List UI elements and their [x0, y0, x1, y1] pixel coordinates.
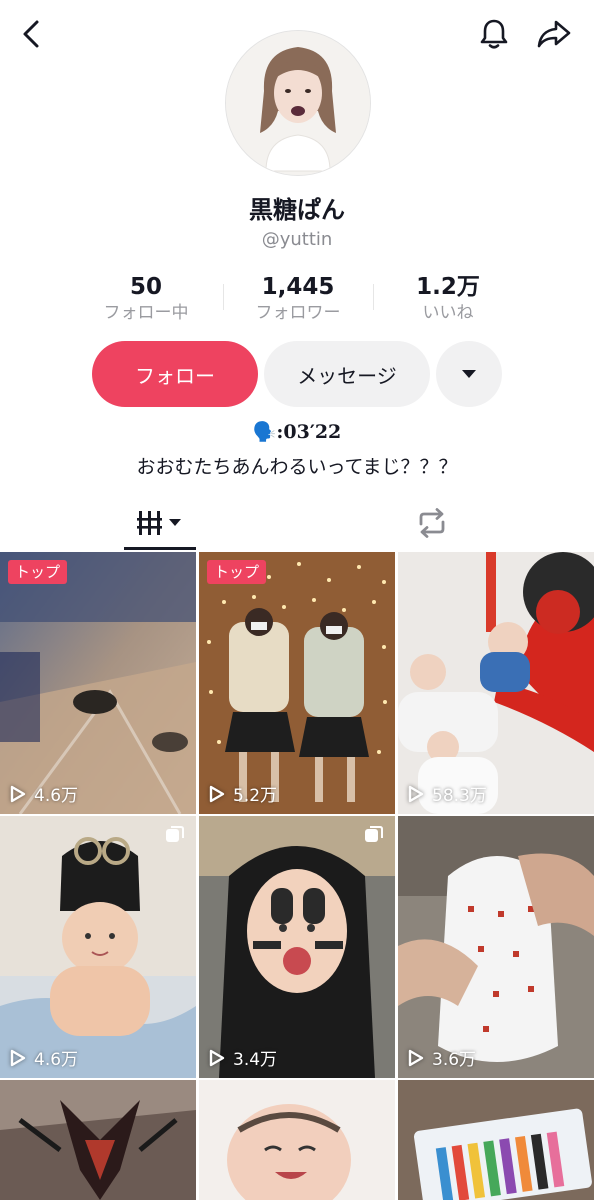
top-badge: トップ	[207, 560, 267, 584]
share-arrow-icon	[537, 20, 571, 48]
profile-name: 黒糖ぱん	[249, 196, 345, 224]
followers-count: 1,445	[261, 274, 335, 300]
notification-bell-button[interactable]	[474, 14, 514, 54]
back-button[interactable]	[12, 14, 52, 54]
view-count-text: 3.6万	[432, 1050, 477, 1070]
view-count: 3.4万	[209, 1045, 277, 1070]
active-tab-indicator	[124, 547, 196, 550]
chevron-left-icon	[23, 20, 39, 48]
play-icon	[10, 785, 26, 802]
bio-line-1: 🗣️:03′22	[252, 421, 342, 443]
video-thumbnail[interactable]	[199, 1080, 395, 1200]
top-badge: トップ	[8, 560, 68, 584]
play-icon	[209, 785, 225, 802]
followers-label: フォロワー	[255, 303, 341, 323]
video-thumbnail[interactable]: 4.6万	[0, 816, 196, 1078]
followers-stat[interactable]: 1,445 フォロワー	[218, 272, 378, 324]
video-thumbnail-image	[398, 552, 594, 814]
tab-reposts[interactable]	[396, 498, 468, 548]
video-grid: トップ 4.6万 トップ 5.2万 58.3万 4.6万 3.4万 3.6万	[0, 552, 594, 1200]
caret-down-icon	[462, 370, 476, 378]
following-count: 50	[129, 274, 162, 300]
video-thumbnail-image	[0, 1080, 196, 1200]
view-count-text: 3.4万	[233, 1050, 278, 1070]
video-thumbnail-image	[398, 816, 594, 1078]
video-thumbnail-image	[398, 1080, 594, 1200]
profile-tabs	[0, 498, 594, 550]
video-thumbnail[interactable]: トップ 5.2万	[199, 552, 395, 814]
likes-label: いいね	[422, 303, 474, 323]
video-thumbnail[interactable]: 58.3万	[398, 552, 594, 814]
play-icon	[209, 1049, 225, 1066]
following-stat[interactable]: 50 フォロー中	[66, 272, 226, 324]
view-count-text: 4.6万	[34, 1050, 79, 1070]
video-thumbnail-image	[0, 552, 196, 814]
play-icon	[408, 1049, 424, 1066]
view-count-text: 4.6万	[34, 786, 79, 806]
video-thumbnail[interactable]: 3.6万	[398, 816, 594, 1078]
video-thumbnail-image	[199, 552, 395, 814]
likes-count: 1.2万	[416, 274, 480, 300]
suggested-accounts-button[interactable]	[436, 341, 502, 407]
bell-icon	[480, 19, 508, 49]
multi-photo-icon	[164, 824, 186, 850]
view-count: 3.6万	[408, 1045, 476, 1070]
profile-handle: @yuttin	[261, 229, 333, 250]
view-count: 4.6万	[10, 781, 78, 806]
video-thumbnail[interactable]	[398, 1080, 594, 1200]
video-grid-icon	[137, 511, 181, 535]
view-count-text: 58.3万	[432, 786, 487, 806]
bio-line-2: おおむたちあんわるいってまじ？？？	[136, 456, 458, 478]
tab-videos[interactable]	[124, 498, 196, 548]
video-thumbnail-image	[0, 816, 196, 1078]
likes-stat: 1.2万 いいね	[368, 272, 528, 324]
play-icon	[408, 785, 424, 802]
view-count: 58.3万	[408, 781, 487, 806]
follow-button[interactable]: フォロー	[92, 341, 258, 407]
video-thumbnail-image	[199, 1080, 395, 1200]
video-thumbnail-image	[199, 816, 395, 1078]
video-thumbnail[interactable]: トップ 4.6万	[0, 552, 196, 814]
repost-icon	[419, 508, 445, 538]
multi-photo-icon	[363, 824, 385, 850]
avatar-photo	[226, 31, 370, 175]
view-count: 4.6万	[10, 1045, 78, 1070]
view-count-text: 5.2万	[233, 786, 278, 806]
share-button[interactable]	[532, 14, 576, 54]
play-icon	[10, 1049, 26, 1066]
avatar[interactable]	[225, 30, 371, 176]
video-thumbnail[interactable]: 3.4万	[199, 816, 395, 1078]
message-button[interactable]: メッセージ	[264, 341, 430, 407]
view-count: 5.2万	[209, 781, 277, 806]
following-label: フォロー中	[103, 303, 189, 323]
video-thumbnail[interactable]	[0, 1080, 196, 1200]
